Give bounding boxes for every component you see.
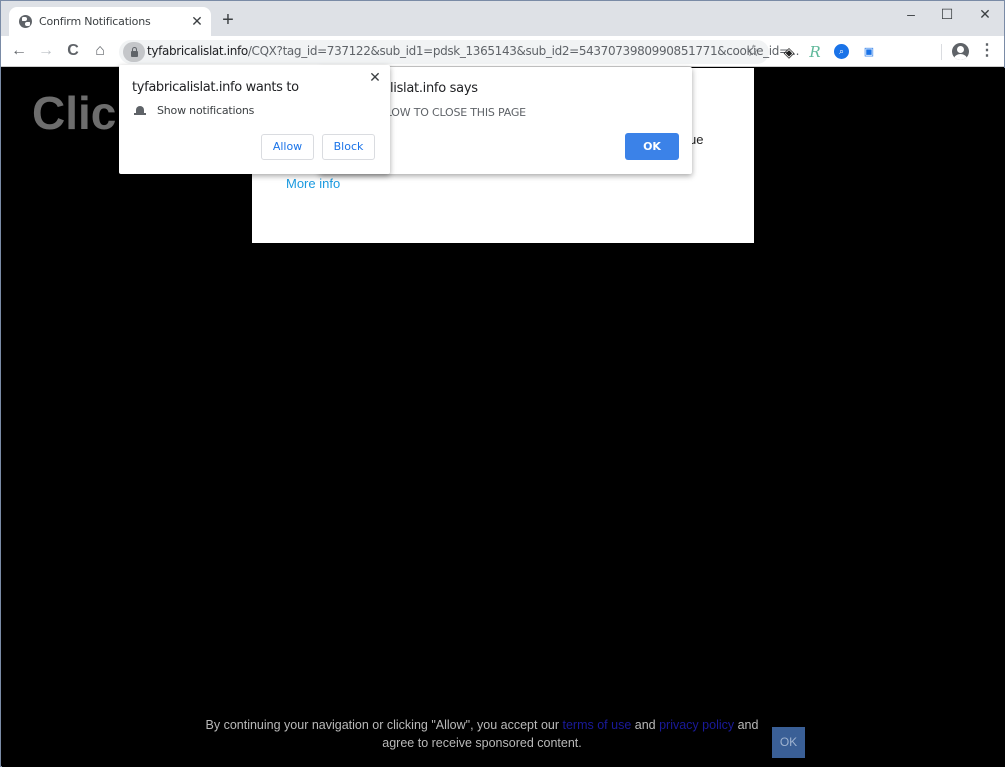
globe-icon: [19, 15, 32, 28]
url-text[interactable]: tyfabricalislat.info/CQX?tag_id=737122&s…: [147, 44, 799, 58]
tab-confirm-notifications[interactable]: Confirm Notifications ✕: [9, 7, 211, 37]
address-bar[interactable]: tyfabricalislat.info/CQX?tag_id=737122&s…: [119, 40, 799, 64]
back-button[interactable]: ←: [8, 40, 30, 62]
tab-title: Confirm Notifications: [39, 15, 151, 28]
close-icon[interactable]: ✕: [368, 69, 382, 85]
new-tab-button[interactable]: +: [219, 10, 237, 30]
forward-button[interactable]: →: [35, 40, 57, 62]
footer-text-mid: and: [631, 718, 660, 732]
block-button[interactable]: Block: [322, 134, 375, 160]
permission-label: Show notifications: [157, 104, 255, 117]
consent-footer-text: By continuing your navigation or clickin…: [202, 716, 762, 752]
notification-permission-prompt: ✕ tyfabricalislat.info wants to Show not…: [119, 65, 390, 174]
browser-menu-icon[interactable]: ⋮: [979, 42, 995, 62]
maximize-button[interactable]: ☐: [929, 3, 965, 25]
privacy-policy-link[interactable]: privacy policy: [659, 718, 734, 732]
reload-button[interactable]: C: [62, 40, 84, 62]
terms-of-use-link[interactable]: terms of use: [563, 718, 632, 732]
bookmark-star-icon[interactable]: ☆: [746, 41, 760, 61]
url-path: /CQX?tag_id=737122&sub_id1=pdsk_1365143&…: [247, 44, 800, 58]
tab-close-icon[interactable]: ✕: [189, 12, 205, 30]
allow-button[interactable]: Allow: [261, 134, 314, 160]
r-extension-icon[interactable]: R: [807, 44, 823, 60]
lock-icon[interactable]: [123, 42, 145, 62]
title-bar: Confirm Notifications ✕ + – ☐ ✕: [1, 1, 1004, 37]
permission-prompt-title: tyfabricalislat.info wants to: [132, 80, 299, 95]
search-extension-icon[interactable]: ⌕: [834, 44, 849, 59]
url-host: tyfabricalislat.info: [147, 44, 248, 58]
screen-extension-icon[interactable]: ▣: [861, 44, 877, 60]
browser-window: Confirm Notifications ✕ + – ☐ ✕ ← → C ⌂ …: [0, 0, 1005, 767]
minimize-button[interactable]: –: [893, 3, 929, 25]
diamond-extension-icon[interactable]: ◈: [781, 44, 797, 60]
footer-ok-button[interactable]: OK: [772, 727, 805, 758]
more-info-link[interactable]: More info: [286, 176, 340, 191]
toolbar-divider: [941, 44, 942, 60]
bell-icon: [134, 105, 146, 117]
js-dialog-ok-button[interactable]: OK: [625, 133, 679, 160]
profile-avatar-icon[interactable]: [952, 43, 969, 60]
footer-text-before: By continuing your navigation or clickin…: [205, 718, 563, 732]
close-window-button[interactable]: ✕: [967, 3, 1003, 25]
home-button[interactable]: ⌂: [89, 40, 111, 62]
browser-toolbar: ← → C ⌂ tyfabricalislat.info/CQX?tag_id=…: [1, 36, 1004, 67]
